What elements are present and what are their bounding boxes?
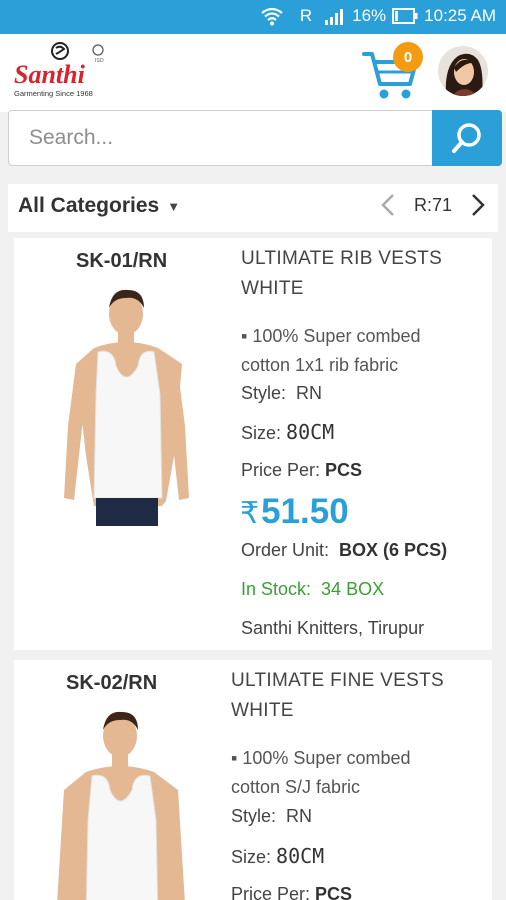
price-per-value: PCS xyxy=(315,884,353,900)
style-value: RN xyxy=(286,806,313,826)
product-code: SK-01/RN xyxy=(76,250,168,272)
size-row: Size: 80CM xyxy=(231,844,324,868)
brand-tagline: Garmenting Since 1968 xyxy=(14,89,93,98)
stock-status: In Stock: 34 BOX xyxy=(241,579,384,600)
product-price: ₹51.50 xyxy=(240,492,349,532)
stock-value: 34 BOX xyxy=(321,579,385,599)
santhi-logo[interactable]: ISO Santhi Garmenting Since 1968 xyxy=(12,40,112,104)
product-feature: ▪ 100% Super combed cotton S/J fabric xyxy=(231,744,411,802)
style-row: Style: RN xyxy=(241,383,322,404)
feature-line: ▪ 100% Super combed xyxy=(231,748,411,768)
app-header: ISO Santhi Garmenting Since 1968 0 xyxy=(0,34,506,112)
product-card[interactable]: SK-02/RN ULTIMATE FINE VESTS WHITE ▪ 100… xyxy=(14,660,492,900)
order-unit-row: Order Unit: BOX (6 PCS) xyxy=(241,540,447,561)
network-type: R xyxy=(299,6,313,25)
size-row: Size: 80CM xyxy=(241,420,334,444)
cart-count-badge: 0 xyxy=(393,42,423,72)
price-value: 51.50 xyxy=(261,492,349,531)
stock-label: In Stock: xyxy=(241,579,312,599)
status-bar: R 16% 10:25 AM xyxy=(0,0,506,34)
price-per-row: Price Per: PCS xyxy=(241,460,362,481)
search-input[interactable] xyxy=(29,111,429,165)
feature-line: cotton 1x1 rib fabric xyxy=(241,355,399,375)
svg-text:ISO: ISO xyxy=(95,58,104,64)
style-value: RN xyxy=(296,383,323,403)
category-dropdown[interactable]: All Categories ▼ xyxy=(18,194,180,218)
product-title-line: ULTIMATE FINE VESTS xyxy=(231,670,444,691)
record-counter: R:71 xyxy=(413,194,452,215)
feature-line: ▪ 100% Super combed xyxy=(241,326,421,346)
price-per-label: Price Per: xyxy=(231,884,311,900)
size-value: 80CM xyxy=(286,420,335,444)
price-per-label: Price Per: xyxy=(241,460,321,480)
user-avatar[interactable] xyxy=(438,46,488,96)
chevron-left-icon[interactable] xyxy=(380,192,396,218)
style-row: Style: RN xyxy=(231,806,312,827)
product-title-line: WHITE xyxy=(241,278,304,299)
currency-symbol: ₹ xyxy=(240,497,260,530)
status-icons: R 16% 10:25 AM xyxy=(260,6,496,26)
caret-down-icon: ▼ xyxy=(167,198,181,214)
product-image[interactable] xyxy=(46,710,196,900)
size-value: 80CM xyxy=(276,844,325,868)
brand-wordmark: Santhi xyxy=(14,60,86,89)
style-label: Style: xyxy=(231,806,277,826)
product-title-line: ULTIMATE RIB VESTS xyxy=(241,248,443,269)
seller-name: Santhi Knitters, Tirupur xyxy=(241,618,425,638)
search-icon xyxy=(452,123,481,153)
wifi-icon xyxy=(261,7,283,26)
size-label: Size: xyxy=(241,423,282,443)
chevron-right-icon[interactable] xyxy=(470,192,486,218)
product-title: ULTIMATE FINE VESTS WHITE xyxy=(231,666,444,726)
product-title: ULTIMATE RIB VESTS WHITE xyxy=(241,244,442,304)
product-title-line: WHITE xyxy=(231,700,294,721)
category-label: All Categories xyxy=(18,194,160,217)
signal-icon xyxy=(325,9,344,25)
category-bar: All Categories ▼ R:71 xyxy=(8,184,498,232)
style-label: Style: xyxy=(241,383,287,403)
product-feature: ▪ 100% Super combed cotton 1x1 rib fabri… xyxy=(241,322,421,380)
feature-line: cotton S/J fabric xyxy=(231,777,361,797)
price-per-row: Price Per: PCS xyxy=(231,884,352,900)
product-card[interactable]: SK-01/RN ULTIMATE RIB VESTS WHITE ▪ 100%… xyxy=(14,238,492,650)
size-label: Size: xyxy=(231,847,272,867)
search-bar xyxy=(8,110,502,166)
search-button[interactable] xyxy=(432,110,502,166)
battery-percent: 16% xyxy=(352,6,387,25)
clock: 10:25 AM xyxy=(424,6,496,25)
product-code: SK-02/RN xyxy=(66,672,158,694)
order-unit-value: BOX (6 PCS) xyxy=(339,540,448,560)
battery-icon xyxy=(392,8,418,24)
price-per-value: PCS xyxy=(325,460,363,480)
order-unit-label: Order Unit: xyxy=(241,540,330,560)
product-image[interactable] xyxy=(54,286,199,536)
pager: R:71 xyxy=(380,192,486,218)
